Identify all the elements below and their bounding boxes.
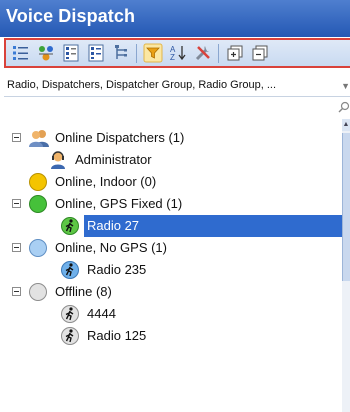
tree-item-radio-125[interactable]: Radio 125 xyxy=(4,325,342,347)
resource-tree: Online Dispatchers (1) Administrator Onl… xyxy=(4,119,342,412)
radio-walker-green-icon xyxy=(60,216,80,236)
toolbar-separator xyxy=(136,44,137,63)
title-bar: Voice Dispatch xyxy=(0,0,350,37)
svg-text:Z: Z xyxy=(170,53,175,62)
collapse-all-icon[interactable] xyxy=(250,43,270,63)
tree-label: Radio 125 xyxy=(87,328,147,343)
scrollbar-thumb[interactable] xyxy=(342,133,350,281)
type-filter-dropdown[interactable]: Radio, Dispatchers, Dispatcher Group, Ra… xyxy=(4,75,350,97)
window-title: Voice Dispatch xyxy=(6,6,136,26)
tree-item-administrator[interactable]: Administrator xyxy=(4,149,342,171)
dispatchers-icon[interactable] xyxy=(36,43,56,63)
collapse-toggle[interactable] xyxy=(12,287,21,296)
status-yellow-icon xyxy=(28,172,48,192)
grid-view-icon[interactable] xyxy=(61,43,81,63)
tree-label: Radio 235 xyxy=(87,262,147,277)
tree-group-online-no-gps[interactable]: Online, No GPS (1) xyxy=(4,237,342,259)
expand-all-icon[interactable] xyxy=(225,43,245,63)
radio-walker-gray-icon xyxy=(60,326,80,346)
radio-walker-blue-icon xyxy=(60,260,80,280)
tree-item-radio-27[interactable]: Radio 27 xyxy=(4,215,342,237)
status-gray-icon xyxy=(28,282,48,302)
sort-icon[interactable]: AZ xyxy=(168,43,188,63)
tree-structure-icon[interactable] xyxy=(111,43,131,63)
tree-label: Online, No GPS (1) xyxy=(55,240,167,255)
toolbar-separator xyxy=(218,44,219,63)
toolbar: AZ xyxy=(4,38,350,68)
collapse-toggle[interactable] xyxy=(12,243,21,252)
dispatcher-headset-icon xyxy=(48,150,68,170)
tree-label: Radio 27 xyxy=(84,218,143,234)
search-input[interactable] xyxy=(4,97,350,117)
tree-group-online-dispatchers[interactable]: Online Dispatchers (1) xyxy=(4,127,342,149)
status-green-icon xyxy=(28,194,48,214)
list-view-icon[interactable] xyxy=(11,43,31,63)
tree-label: 4444 xyxy=(87,306,116,321)
tree-item-radio-235[interactable]: Radio 235 xyxy=(4,259,342,281)
search-icon[interactable] xyxy=(338,100,350,118)
radio-walker-gray-icon xyxy=(60,304,80,324)
tree-group-online-gps-fixed[interactable]: Online, GPS Fixed (1) xyxy=(4,193,342,215)
status-light-blue-icon xyxy=(28,238,48,258)
tree-item-4444[interactable]: 4444 xyxy=(4,303,342,325)
collapse-toggle[interactable] xyxy=(12,133,21,142)
tree-label: Administrator xyxy=(75,152,152,167)
tools-icon[interactable] xyxy=(193,43,213,63)
tree-label: Online, Indoor (0) xyxy=(55,174,157,189)
scroll-up-icon[interactable]: ▲ xyxy=(342,119,350,131)
tree-group-offline[interactable]: Offline (8) xyxy=(4,281,342,303)
tree-group-online-indoor[interactable]: Online, Indoor (0) xyxy=(4,171,342,193)
chevron-down-icon[interactable]: ▼ xyxy=(341,81,350,91)
tree-label: Online, GPS Fixed (1) xyxy=(55,196,183,211)
type-filter-value: Radio, Dispatchers, Dispatcher Group, Ra… xyxy=(7,79,277,91)
filter-icon[interactable] xyxy=(143,43,163,63)
collapse-toggle[interactable] xyxy=(12,199,21,208)
dispatchers-group-icon xyxy=(28,128,49,148)
vertical-scrollbar[interactable]: ▲ xyxy=(342,119,350,412)
grid-view-alt-icon[interactable] xyxy=(86,43,106,63)
tree-label: Online Dispatchers (1) xyxy=(55,130,185,145)
tree-label: Offline (8) xyxy=(55,284,112,299)
